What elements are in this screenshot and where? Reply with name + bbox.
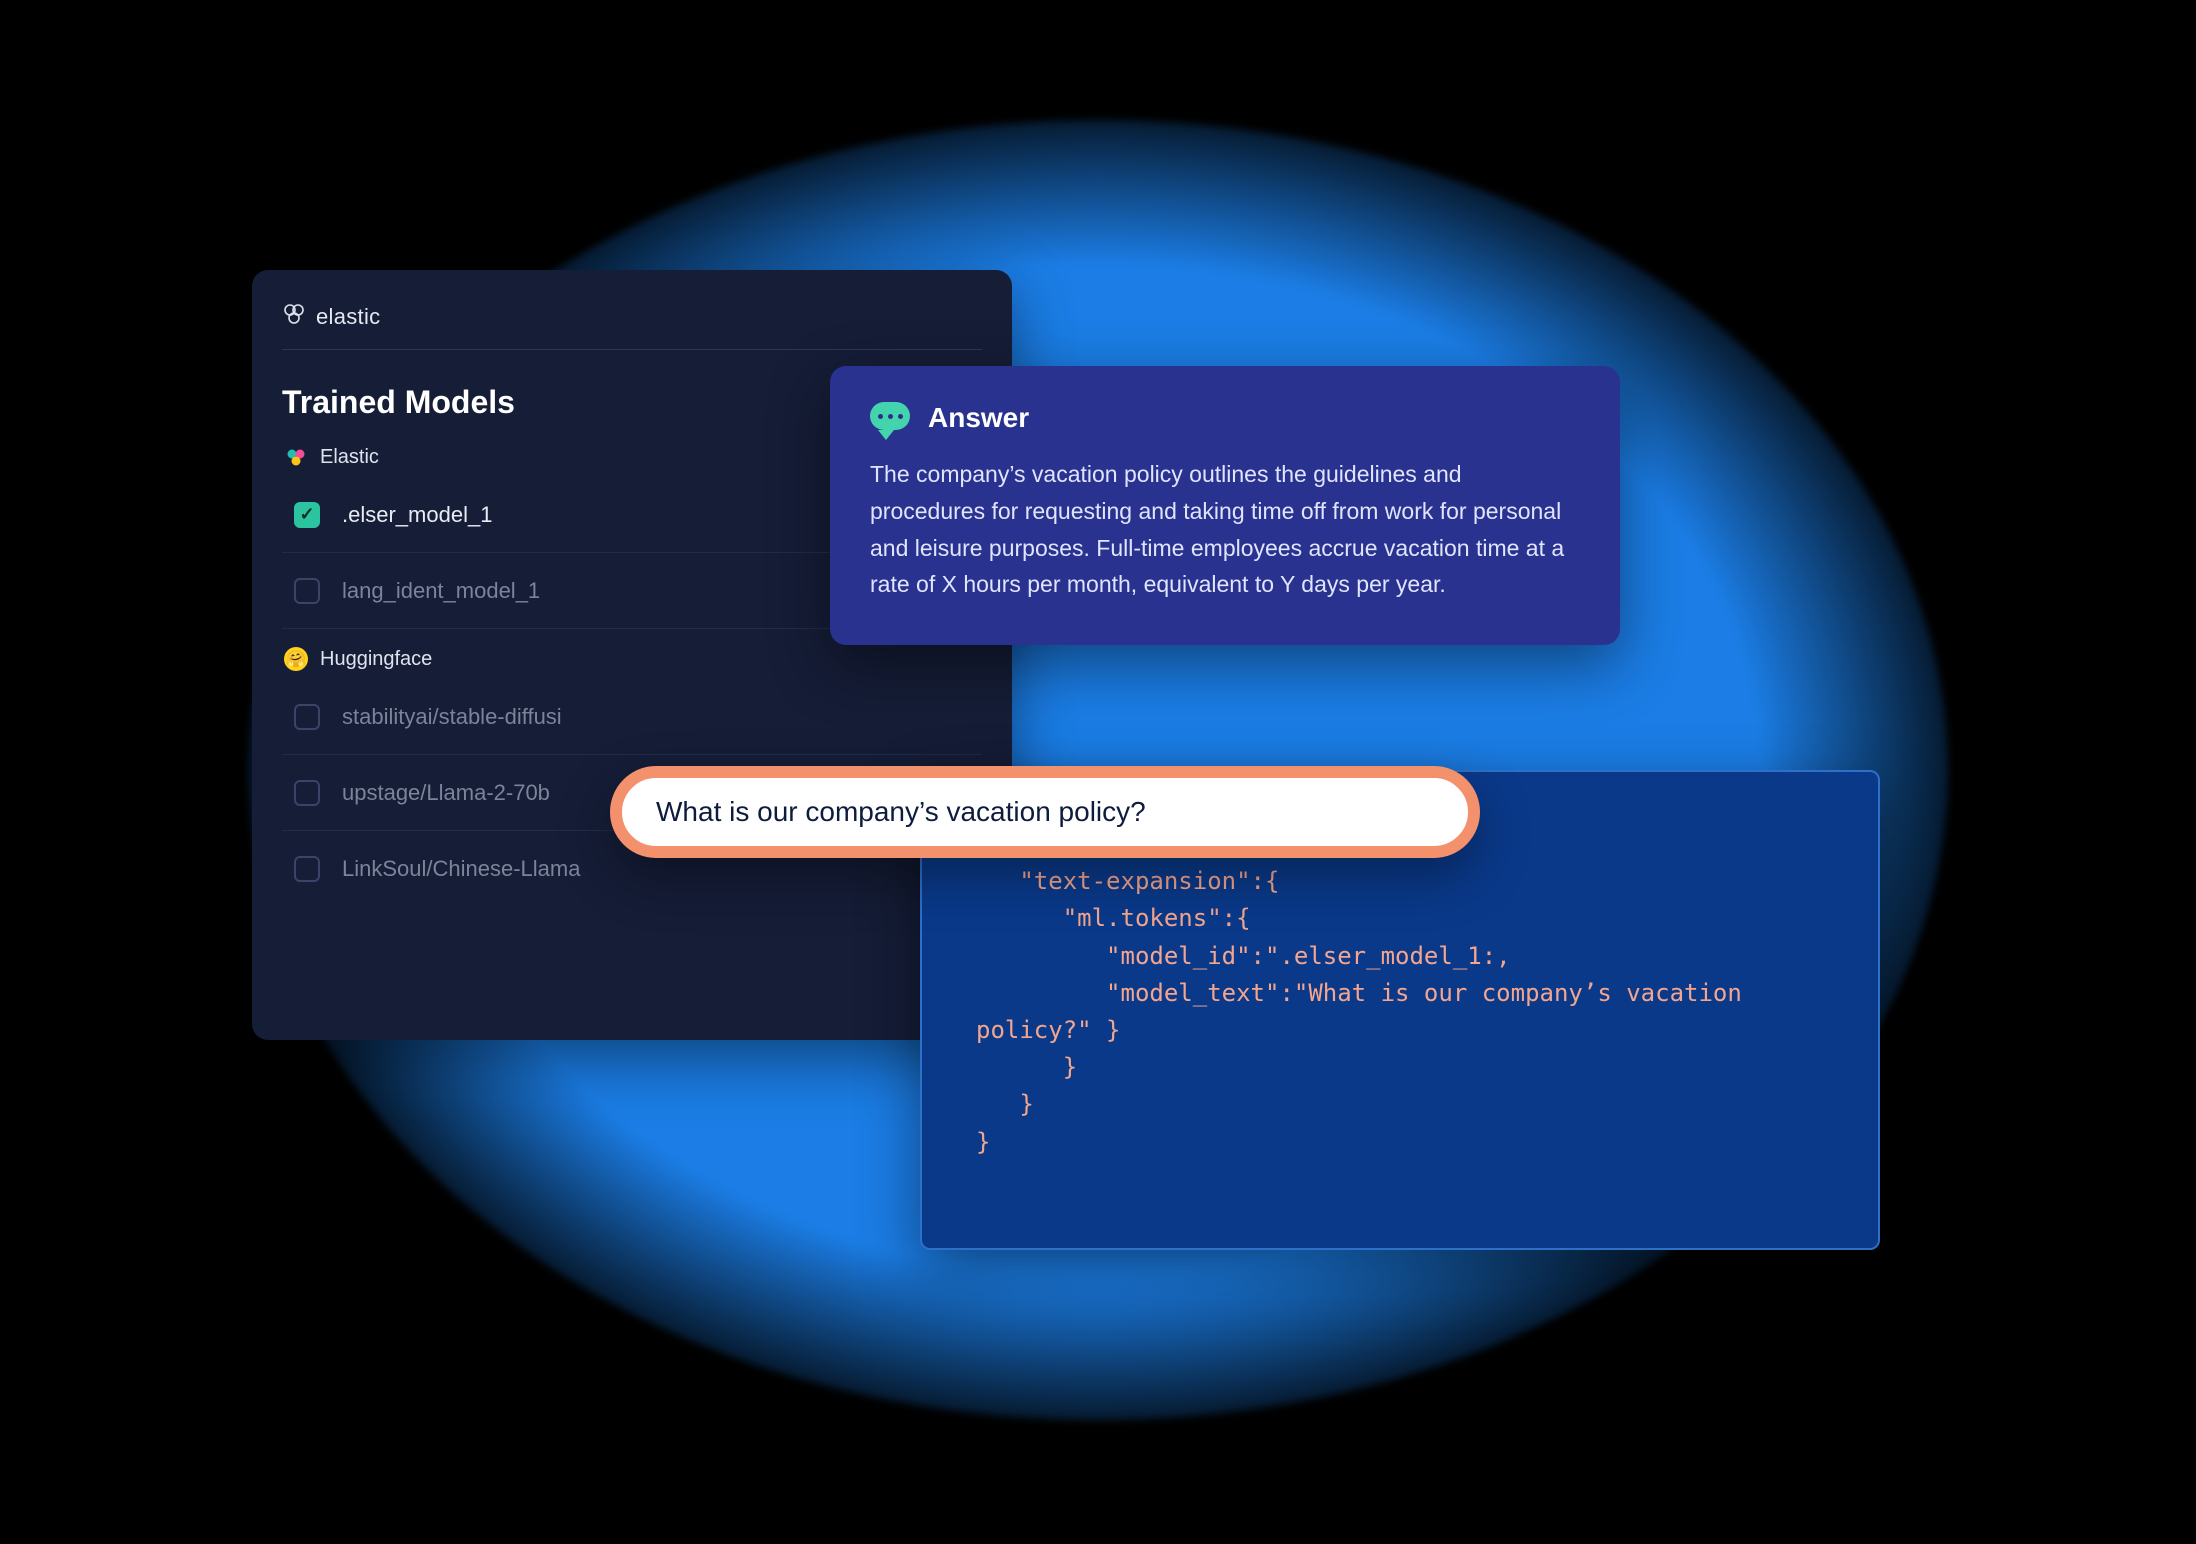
- elastic-cluster-icon: [284, 445, 308, 469]
- model-row[interactable]: stabilityai/stable-diffusi: [282, 679, 982, 755]
- model-checkbox[interactable]: [294, 780, 320, 806]
- model-checkbox[interactable]: [294, 856, 320, 882]
- model-name: upstage/Llama-2-70b: [342, 780, 550, 806]
- search-pill[interactable]: What is our company’s vacation policy?: [610, 766, 1480, 858]
- huggingface-icon: 🤗: [284, 647, 308, 671]
- brand-row: elastic: [282, 302, 982, 350]
- model-group-name: Elastic: [320, 446, 379, 469]
- model-name: stabilityai/stable-diffusi: [342, 704, 562, 730]
- elastic-logo-icon: [282, 302, 306, 331]
- model-group-name: Huggingface: [320, 648, 432, 671]
- speech-bubble-icon: [870, 402, 910, 434]
- search-input[interactable]: What is our company’s vacation policy?: [656, 796, 1146, 828]
- answer-title: Answer: [928, 402, 1029, 434]
- brand-name: elastic: [316, 304, 380, 330]
- answer-panel: Answer The company’s vacation policy out…: [830, 366, 1620, 645]
- model-name: lang_ident_model_1: [342, 578, 540, 604]
- model-name: .elser_model_1: [342, 502, 492, 528]
- answer-body: The company’s vacation policy outlines t…: [870, 456, 1580, 603]
- model-checkbox[interactable]: [294, 502, 320, 528]
- model-checkbox[interactable]: [294, 704, 320, 730]
- model-checkbox[interactable]: [294, 578, 320, 604]
- code-body: "query": { "text-expansion":{ "ml.tokens…: [940, 826, 1860, 1161]
- model-group-header: 🤗 Huggingface: [282, 647, 982, 671]
- model-name: LinkSoul/Chinese-Llama: [342, 856, 580, 882]
